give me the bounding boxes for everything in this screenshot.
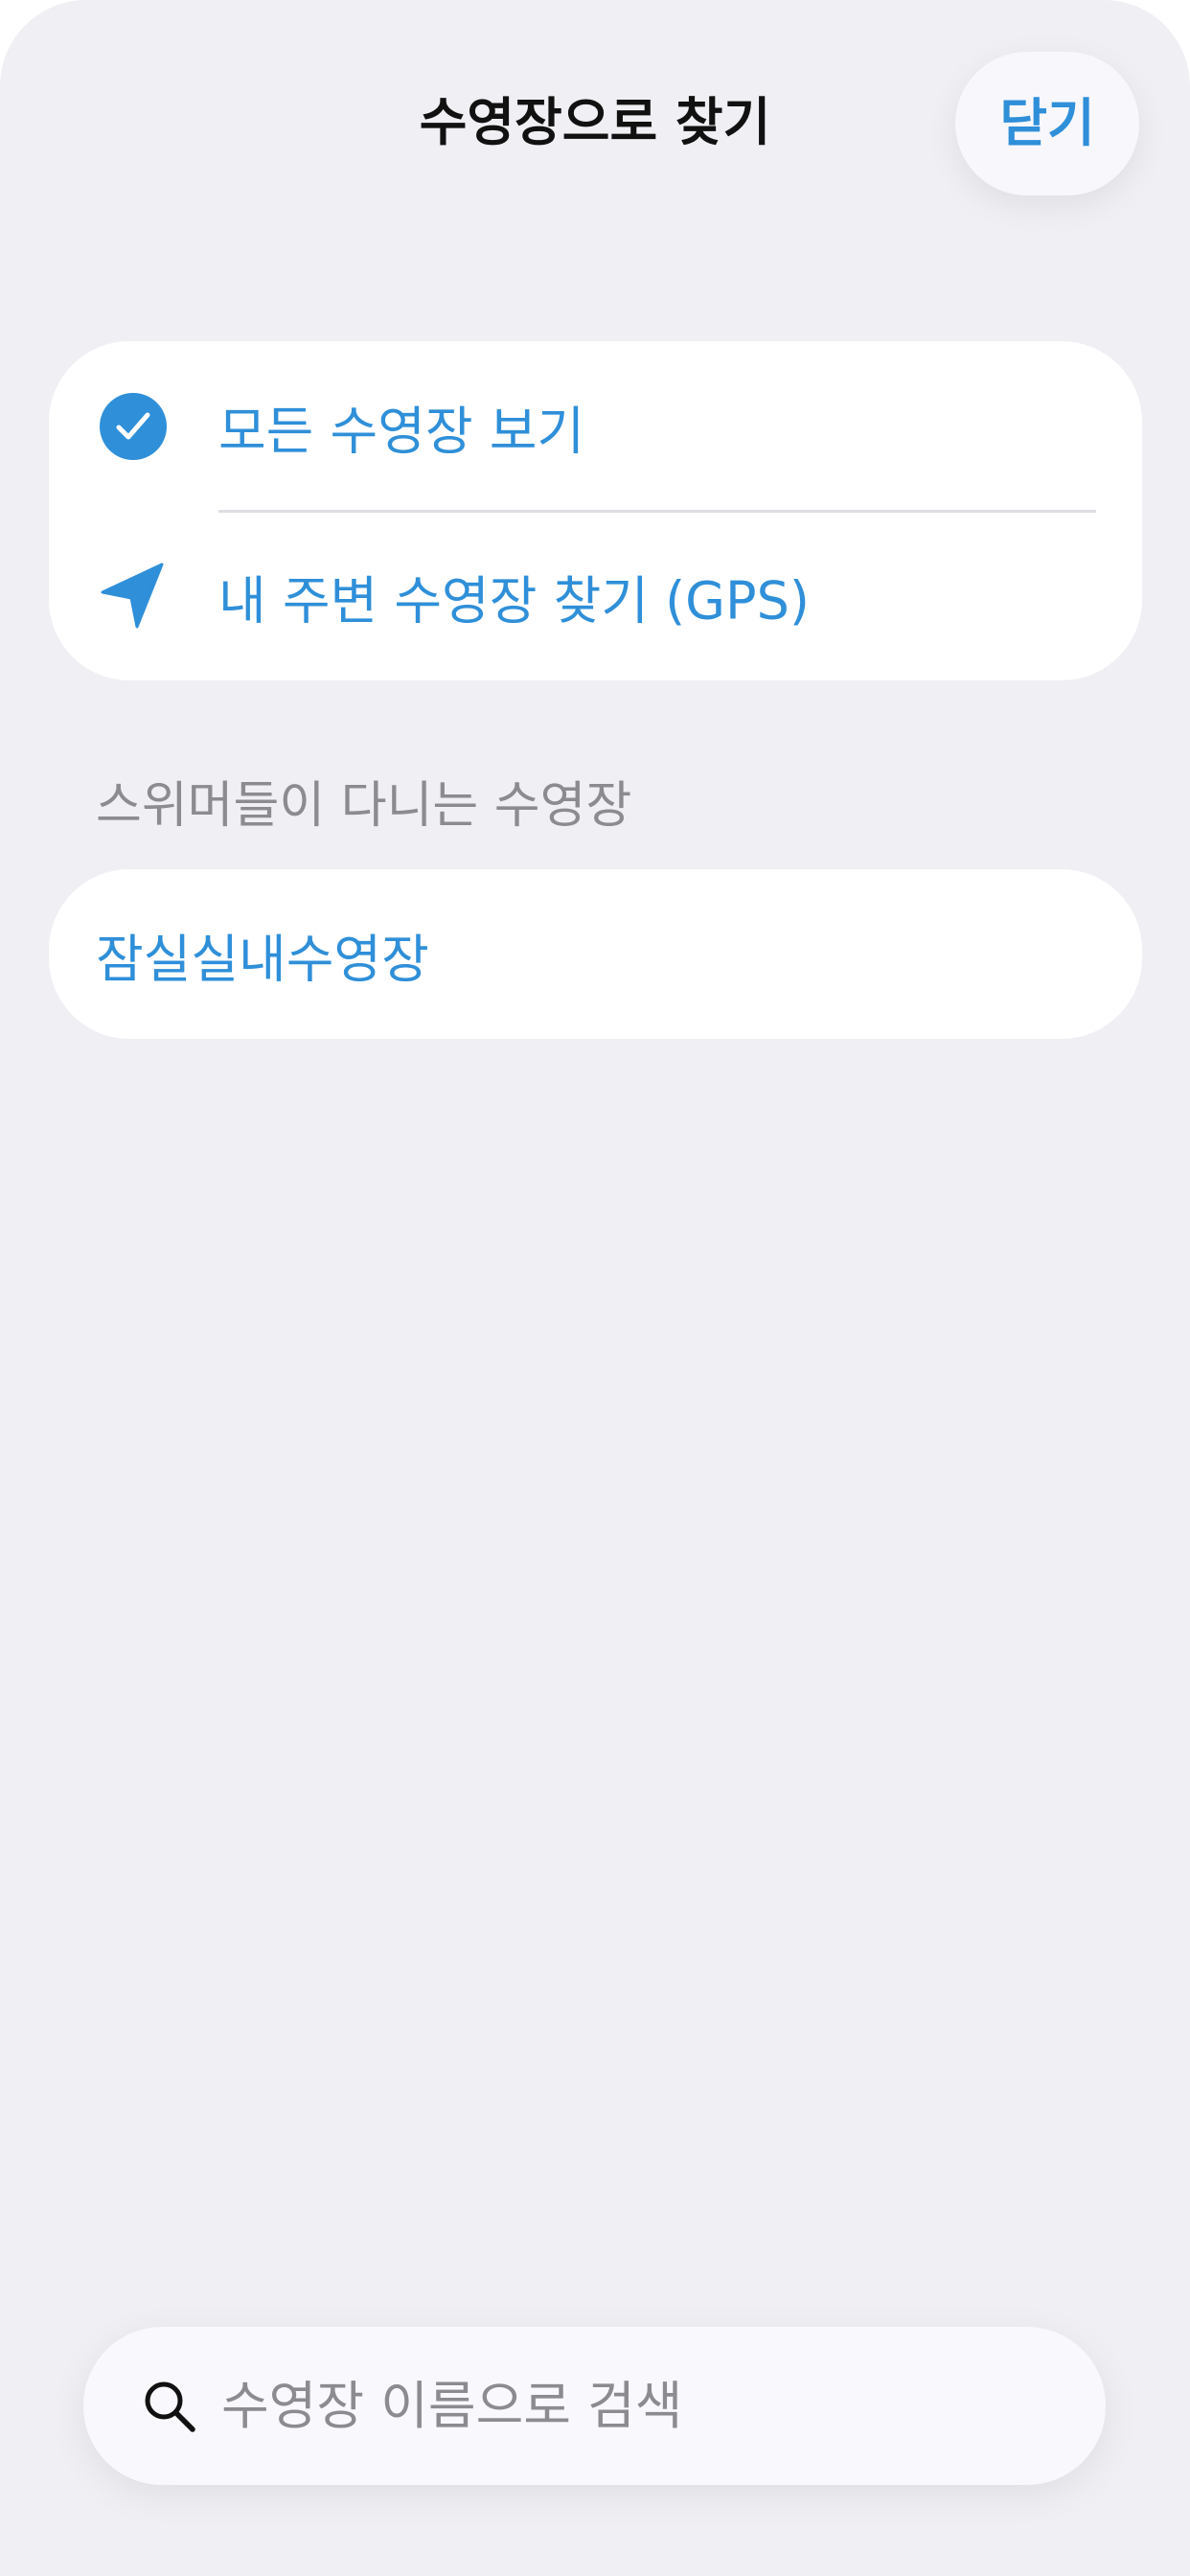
checkmark-circle-icon: [100, 392, 167, 460]
search-icon: [145, 2381, 195, 2432]
option-all-pools-label: 모든 수영장 보기: [218, 401, 585, 461]
search-input[interactable]: [221, 2327, 1064, 2485]
search-bar[interactable]: [83, 2327, 1106, 2485]
option-nearby-gps-label: 내 주변 수영장 찾기 (GPS): [218, 570, 810, 631]
pool-list-item[interactable]: 잠실실내수영장: [49, 869, 1142, 1039]
pool-picker-sheet: 수영장으로 찾기 닫기 모든 수영장 보기 내 주변 수영장 찾기 (GPS) …: [0, 0, 1190, 2576]
section-header: 스위머들이 다니는 수영장: [96, 777, 632, 835]
option-all-pools[interactable]: 모든 수영장 보기: [49, 341, 1142, 513]
location-arrow-icon: [101, 563, 164, 628]
option-nearby-gps[interactable]: 내 주변 수영장 찾기 (GPS): [49, 511, 1142, 680]
options-card: 모든 수영장 보기 내 주변 수영장 찾기 (GPS): [49, 341, 1142, 680]
pool-name: 잠실실내수영장: [96, 929, 429, 989]
close-button[interactable]: 닫기: [955, 52, 1139, 196]
